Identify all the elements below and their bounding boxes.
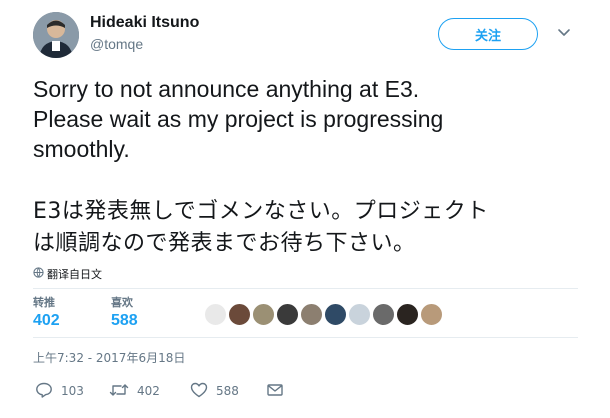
likes-stat[interactable]: 喜欢 588 [111,294,138,330]
reply-count: 103 [61,384,84,398]
tweet-text-jp: E3は発表無しでゴメンなさい。プロジェクト は順調なので発表までお待ち下さい。 [33,196,593,260]
translate-label: 翻译自日文 [47,268,102,281]
reply-icon [35,382,53,401]
tweet-line: Please wait as my project is progressing [33,106,444,132]
caret-down-icon[interactable] [556,24,572,40]
liker-avatar[interactable] [204,303,227,326]
retweets-label: 转推 [33,296,55,309]
retweet-icon [109,382,129,401]
retweet-count: 402 [137,384,160,398]
likes-count: 588 [111,312,138,329]
envelope-icon [266,382,284,401]
tweet-text-en: Sorry to not announce anything at E3. Pl… [33,74,593,164]
liker-avatar[interactable] [252,303,275,326]
tweet-line: smoothly. [33,136,130,162]
reply-button[interactable]: 103 [35,381,84,401]
display-name[interactable]: Hideaki Itsuno [90,14,199,32]
heart-icon [190,382,208,401]
divider [33,288,578,289]
liker-avatars [204,303,443,326]
direct-message-button[interactable] [266,381,284,401]
translate-link[interactable]: 翻译自日文 [33,266,102,282]
likes-label: 喜欢 [111,296,133,309]
divider [33,337,578,338]
like-count: 588 [216,384,239,398]
liker-avatar[interactable] [324,303,347,326]
retweets-stat[interactable]: 转推 402 [33,294,60,330]
liker-avatar[interactable] [420,303,443,326]
follow-button[interactable]: 关注 [438,18,538,50]
user-handle[interactable]: @tomqe [90,36,143,52]
retweet-button[interactable]: 402 [109,381,160,401]
liker-avatar[interactable] [348,303,371,326]
avatar[interactable] [33,12,79,58]
tweet-timestamp[interactable]: 上午7:32 - 2017年6月18日 [33,349,185,366]
liker-avatar[interactable] [300,303,323,326]
tweet-line: は順調なので発表までお待ち下さい。 [33,231,416,256]
liker-avatar[interactable] [228,303,251,326]
like-button[interactable]: 588 [190,381,239,401]
liker-avatar[interactable] [276,303,299,326]
liker-avatar[interactable] [372,303,395,326]
tweet-line: Sorry to not announce anything at E3. [33,76,420,102]
tweet-line: E3は発表無しでゴメンなさい。プロジェクト [33,199,489,224]
globe-icon [33,267,44,281]
liker-avatar[interactable] [396,303,419,326]
retweets-count: 402 [33,312,60,329]
